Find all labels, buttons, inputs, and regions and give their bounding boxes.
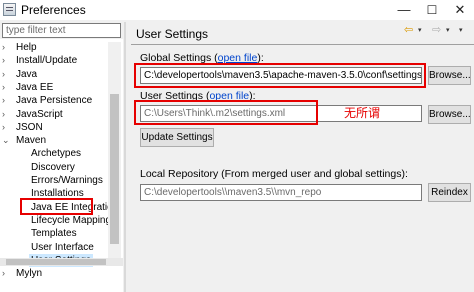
page-title: User Settings bbox=[136, 27, 209, 41]
tree-item-label: Maven bbox=[16, 135, 47, 147]
collapsed-twisty-icon[interactable]: › bbox=[2, 81, 5, 94]
expanded-twisty-icon[interactable]: ⌄ bbox=[2, 134, 10, 147]
close-button[interactable]: ✕ bbox=[446, 1, 474, 19]
tree-item-label: Java Persistence bbox=[16, 95, 93, 107]
tree-vertical-scrollbar[interactable] bbox=[108, 42, 121, 258]
global-settings-highlight bbox=[134, 63, 426, 88]
tree-item-label: Lifecycle Mapping bbox=[31, 214, 112, 226]
local-repository-label: Local Repository (From merged user and g… bbox=[140, 168, 408, 180]
filter-input[interactable]: type filter text bbox=[2, 23, 121, 38]
title-bar: Preferences — ☐ ✕ bbox=[0, 0, 474, 20]
collapsed-twisty-icon[interactable]: › bbox=[2, 267, 5, 280]
preferences-tree: › Help › Install/Update › Java › Java EE › Java P… bbox=[0, 39, 123, 292]
tree-item-label: JavaScript bbox=[16, 108, 63, 120]
page-menu-dropdown-icon[interactable]: ▾ bbox=[459, 23, 463, 38]
update-settings-button[interactable]: Update Settings bbox=[140, 128, 214, 147]
tree-item-label: Help bbox=[16, 42, 37, 53]
collapsed-twisty-icon[interactable]: › bbox=[2, 68, 5, 81]
local-repository-field[interactable]: C:\developertools\\maven3.5\\mvn_repo bbox=[140, 184, 422, 201]
user-settings-highlight bbox=[134, 100, 318, 125]
tree-horizontal-scrollbar[interactable] bbox=[0, 258, 123, 266]
tree-item-label: Java EE bbox=[16, 81, 54, 93]
collapsed-twisty-icon[interactable]: › bbox=[2, 94, 5, 107]
tree-item-label: User Interface bbox=[31, 241, 94, 253]
tree-item-label: Discovery bbox=[31, 161, 75, 173]
user-browse-button[interactable]: Browse... bbox=[428, 105, 471, 124]
tree-horizontal-scroll-thumb[interactable] bbox=[6, 259, 106, 265]
page-navigation: ⇦ ▾ ⇨ ▾ ▾ bbox=[404, 22, 470, 40]
tree-item-label: Archetypes bbox=[31, 148, 82, 160]
pane-divider[interactable] bbox=[124, 22, 126, 292]
back-arrow-icon[interactable]: ⇦ bbox=[404, 23, 413, 38]
tree-item-label: Errors/Warnings bbox=[31, 175, 103, 186]
title-separator bbox=[131, 44, 474, 45]
collapsed-twisty-icon[interactable]: › bbox=[2, 121, 5, 134]
tree-item-label: Mylyn bbox=[16, 268, 43, 280]
preferences-icon bbox=[3, 3, 16, 16]
annotation-text: 无所谓 bbox=[344, 106, 381, 120]
tree-item-label: Install/Update bbox=[16, 55, 78, 67]
collapsed-twisty-icon[interactable]: › bbox=[2, 108, 5, 121]
window-title: Preferences bbox=[21, 3, 86, 17]
tree-item-label: JSON bbox=[16, 121, 43, 133]
collapsed-twisty-icon[interactable]: › bbox=[2, 54, 5, 67]
minimize-button[interactable]: — bbox=[390, 1, 418, 19]
user-settings-highlight bbox=[20, 198, 93, 215]
collapsed-twisty-icon[interactable]: › bbox=[2, 41, 5, 54]
tree-vertical-scroll-thumb[interactable] bbox=[110, 94, 119, 244]
forward-history-dropdown-icon[interactable]: ▾ bbox=[446, 23, 450, 38]
tree-item-label: Java bbox=[16, 68, 38, 80]
back-history-dropdown-icon[interactable]: ▾ bbox=[418, 23, 422, 38]
forward-arrow-icon[interactable]: ⇨ bbox=[432, 23, 441, 38]
reindex-button[interactable]: Reindex bbox=[428, 183, 471, 202]
tree-item-label: Templates bbox=[31, 228, 77, 240]
maximize-button[interactable]: ☐ bbox=[418, 1, 446, 19]
global-browse-button[interactable]: Browse... bbox=[428, 66, 471, 85]
